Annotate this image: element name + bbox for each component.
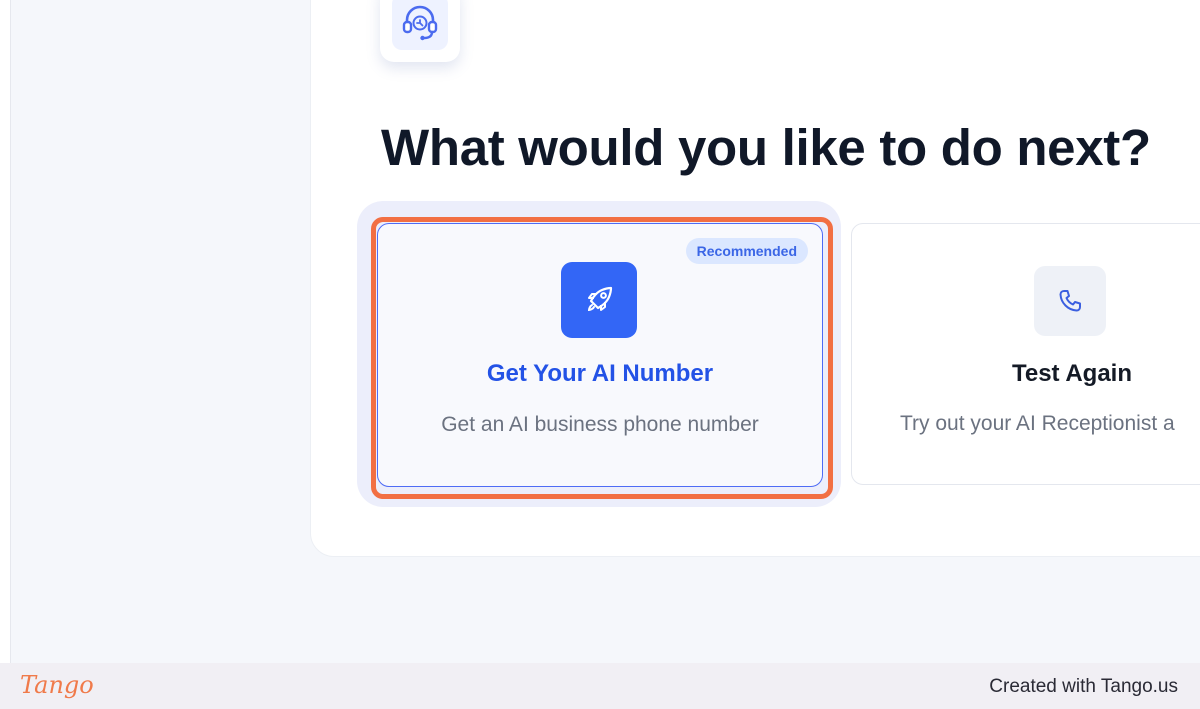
- tango-logo[interactable]: Tango: [20, 671, 94, 699]
- page-title: What would you like to do next?: [381, 119, 1151, 176]
- test-again-card[interactable]: Test Again Try out your AI Receptionist …: [851, 223, 1200, 485]
- app-viewport: What would you like to do next? Recommen…: [0, 0, 1200, 663]
- hero-icon-tile: [380, 0, 460, 62]
- card-description: Try out your AI Receptionist a: [900, 412, 1175, 435]
- created-with-credit[interactable]: Created with Tango.us: [989, 676, 1178, 698]
- phone-icon: [1059, 290, 1081, 312]
- tango-footer: Tango Created with Tango.us: [0, 663, 1200, 709]
- tango-step-highlight: [371, 217, 833, 499]
- card-title: Test Again: [1011, 360, 1132, 387]
- phone-icon-tile: [1034, 266, 1106, 336]
- headset-support-icon: [402, 5, 438, 41]
- left-sidebar-edge: [0, 0, 11, 663]
